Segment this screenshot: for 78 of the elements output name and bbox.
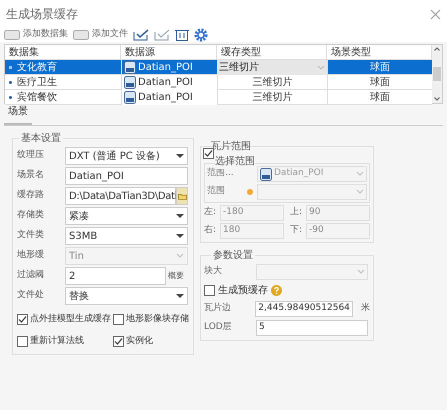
- database-icon: [124, 91, 136, 104]
- table-cell-text: 宾馆餐饮: [17, 90, 57, 105]
- checkbox[interactable]: [17, 314, 28, 326]
- field-label: 缓存路: [17, 189, 45, 202]
- dropdown-arrow-icon: [176, 213, 184, 219]
- table-cell-text: Datian_POI: [138, 61, 193, 75]
- database-icon: [124, 61, 136, 74]
- checkbox[interactable]: [17, 336, 28, 347]
- field-label: 左:: [204, 206, 218, 220]
- field-label: 文件类: [17, 229, 45, 242]
- tab[interactable]: 场景: [4, 104, 32, 125]
- check-none-icon[interactable]: [154, 29, 170, 41]
- field-label: 瓦片边: [204, 302, 232, 316]
- dropdown-arrow-icon: [176, 293, 184, 299]
- toolbar-button[interactable]: 添加数据集: [4, 28, 68, 42]
- select-field[interactable]: 替换: [65, 287, 188, 305]
- table-row[interactable]: 医疗卫生 Datian_POI 三维切片 球面: [5, 75, 432, 90]
- select-field[interactable]: S3MB: [65, 227, 188, 245]
- dropdown-arrow-icon: [176, 153, 184, 159]
- field-label: 纹理压: [17, 149, 45, 162]
- field-label: 下:: [290, 224, 304, 238]
- checkbox-label: 点外挂模型生成缓存: [30, 313, 111, 326]
- field-label: 范围: [207, 185, 226, 198]
- bullet-icon: [9, 96, 12, 99]
- table-cell-text: 文化教育: [17, 60, 57, 75]
- settings-icon[interactable]: [194, 28, 208, 42]
- checkbox[interactable]: [204, 285, 215, 296]
- select-field[interactable]: [257, 184, 367, 200]
- toolbar-button[interactable]: 添加文件: [73, 28, 128, 42]
- field-label: 文件处: [17, 289, 45, 302]
- check-all-icon[interactable]: [133, 29, 149, 41]
- text-field[interactable]: 5: [256, 320, 368, 336]
- field-label: LOD层: [204, 321, 233, 334]
- database-icon: [260, 168, 272, 180]
- checkbox-label: 重新计算法线: [30, 334, 84, 348]
- scrollbar[interactable]: [432, 45, 442, 103]
- scroll-up-icon[interactable]: [434, 47, 440, 51]
- group-title: 参数设置: [211, 248, 255, 263]
- select-field[interactable]: 紧凑: [65, 207, 188, 225]
- select-field[interactable]: [256, 264, 368, 280]
- browse-button[interactable]: [176, 187, 188, 205]
- window-title: 生成场景缓存: [6, 6, 78, 23]
- checkbox[interactable]: [113, 336, 124, 347]
- field-label: 块大: [204, 265, 223, 278]
- delete-icon[interactable]: [175, 29, 189, 41]
- table-row[interactable]: 宾馆餐饮 Datian_POI 三维切片 球面: [5, 90, 432, 105]
- warning-icon: [247, 189, 253, 195]
- table-cell-text: 医疗卫生: [17, 76, 57, 90]
- text-field[interactable]: 2: [65, 267, 166, 285]
- select-value: Datian_POI: [274, 167, 324, 180]
- cache-type-select[interactable]: 三维切片: [217, 60, 327, 75]
- checkbox-label: 生成预缓存: [218, 284, 268, 298]
- field-label: 上:: [290, 206, 304, 220]
- database-icon: [124, 76, 136, 89]
- field-label: 概要: [168, 270, 184, 282]
- checkbox-label: 实例化: [126, 334, 153, 348]
- path-field[interactable]: D:\Data\DaTian3D\Dati: [65, 187, 176, 205]
- table-cell-text: Datian_POI: [138, 91, 193, 105]
- field-label: 场景名: [17, 169, 45, 182]
- bullet-icon: [9, 66, 12, 69]
- field-label: 过滤阈: [17, 269, 45, 282]
- unit-label: 米: [361, 302, 370, 316]
- table-cell-text: Datian_POI: [138, 76, 193, 90]
- close-icon[interactable]: [430, 8, 441, 20]
- table-row[interactable]: 文化教育 Datian_POI 三维切片 球面: [5, 60, 432, 75]
- table-cell: 三维切片: [217, 90, 327, 105]
- select-field[interactable]: DXT (普通 PC 设备): [65, 147, 188, 165]
- field-label: 地形缓: [17, 249, 45, 262]
- bullet-icon: [9, 81, 12, 84]
- checkbox[interactable]: [113, 314, 124, 326]
- text-field[interactable]: Datian_POI: [65, 167, 188, 185]
- text-field[interactable]: 2,445.98490512564: [255, 301, 353, 317]
- group-title: 选择范围: [215, 154, 255, 169]
- field-label: 存储类: [17, 209, 45, 222]
- field-label: 右:: [204, 224, 218, 238]
- scroll-down-icon[interactable]: [434, 97, 440, 101]
- checkbox-label: 地形影像块存储: [126, 313, 189, 326]
- dropdown-arrow-icon: [176, 233, 184, 239]
